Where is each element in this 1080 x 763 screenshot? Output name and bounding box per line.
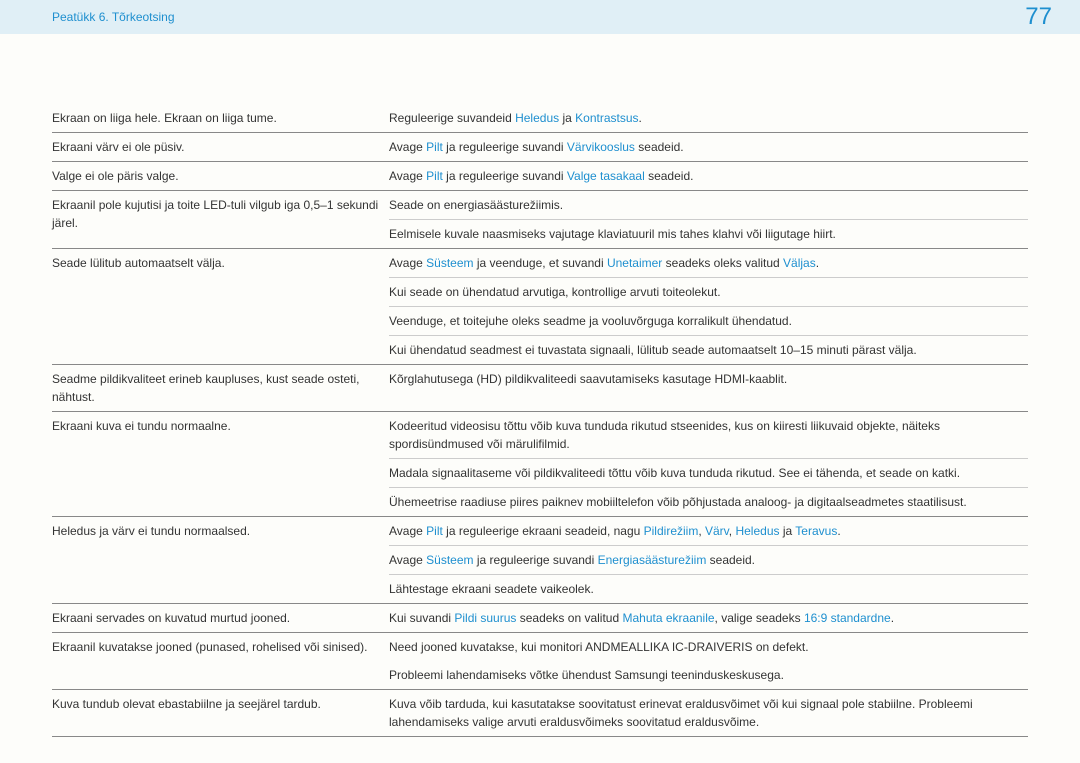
solution-cell: Avage Süsteem ja veenduge, et suvandi Un… <box>389 249 1028 278</box>
troubleshooting-table: Ekraan on liiga hele. Ekraan on liiga tu… <box>52 104 1028 737</box>
page-number: 77 <box>1025 3 1052 31</box>
issue-cell: Seade lülitub automaatselt välja. <box>52 249 389 365</box>
solution-cell: Madala signaalitaseme või pildikvaliteed… <box>389 459 1028 488</box>
solution-cell: Kui seade on ühendatud arvutiga, kontrol… <box>389 278 1028 307</box>
table-row: Seade lülitub automaatselt välja.Avage S… <box>52 249 1028 278</box>
table-row: Ekraanil kuvatakse jooned (punased, rohe… <box>52 633 1028 662</box>
chapter-title: Peatükk 6. Tõrkeotsing <box>52 10 175 24</box>
issue-cell: Ekraani värv ei ole püsiv. <box>52 133 389 162</box>
solution-cell: Kui ühendatud seadmest ei tuvastata sign… <box>389 336 1028 365</box>
issue-cell: Ekraan on liiga hele. Ekraan on liiga tu… <box>52 104 389 133</box>
solution-cell: Ühemeetrise raadiuse piires paiknev mobi… <box>389 488 1028 517</box>
table-row: Valge ei ole päris valge.Avage Pilt ja r… <box>52 162 1028 191</box>
issue-cell: Heledus ja värv ei tundu normaalsed. <box>52 517 389 604</box>
solution-cell: Kodeeritud videosisu tõttu võib kuva tun… <box>389 412 1028 459</box>
table-row: Ekraani servades on kuvatud murtud joone… <box>52 604 1028 633</box>
solution-cell: Seade on energiasäästurežiimis. <box>389 191 1028 220</box>
solution-cell: Avage Pilt ja reguleerige ekraani seadei… <box>389 517 1028 546</box>
table-row: Ekraani värv ei ole püsiv.Avage Pilt ja … <box>52 133 1028 162</box>
solution-cell: Probleemi lahendamiseks võtke ühendust S… <box>389 661 1028 690</box>
table-row: Ekraanil pole kujutisi ja toite LED-tuli… <box>52 191 1028 220</box>
issue-cell: Ekraanil pole kujutisi ja toite LED-tuli… <box>52 191 389 249</box>
solution-cell: Avage Süsteem ja reguleerige suvandi Ene… <box>389 546 1028 575</box>
issue-cell: Kuva tundub olevat ebastabiilne ja seejä… <box>52 690 389 737</box>
solution-cell: Kõrglahutusega (HD) pildikvaliteedi saav… <box>389 365 1028 412</box>
header-bar: Peatükk 6. Tõrkeotsing 77 <box>0 0 1080 34</box>
solution-cell: Kuva võib tarduda, kui kasutatakse soovi… <box>389 690 1028 737</box>
issue-cell: Seadme pildikvaliteet erineb kaupluses, … <box>52 365 389 412</box>
issue-cell: Ekraanil kuvatakse jooned (punased, rohe… <box>52 633 389 690</box>
solution-cell: Kui suvandi Pildi suurus seadeks on vali… <box>389 604 1028 633</box>
solution-cell: Veenduge, et toitejuhe oleks seadme ja v… <box>389 307 1028 336</box>
table-row: Heledus ja värv ei tundu normaalsed.Avag… <box>52 517 1028 546</box>
issue-cell: Ekraani kuva ei tundu normaalne. <box>52 412 389 517</box>
solution-cell: Need jooned kuvatakse, kui monitori ANDM… <box>389 633 1028 662</box>
table-row: Ekraan on liiga hele. Ekraan on liiga tu… <box>52 104 1028 133</box>
solution-cell: Avage Pilt ja reguleerige suvandi Värvik… <box>389 133 1028 162</box>
table-row: Seadme pildikvaliteet erineb kaupluses, … <box>52 365 1028 412</box>
solution-cell: Reguleerige suvandeid Heledus ja Kontras… <box>389 104 1028 133</box>
issue-cell: Valge ei ole päris valge. <box>52 162 389 191</box>
table-row: Ekraani kuva ei tundu normaalne.Kodeerit… <box>52 412 1028 459</box>
solution-cell: Lähtestage ekraani seadete vaikeolek. <box>389 575 1028 604</box>
solution-cell: Avage Pilt ja reguleerige suvandi Valge … <box>389 162 1028 191</box>
content: Ekraan on liiga hele. Ekraan on liiga tu… <box>0 34 1080 737</box>
solution-cell: Eelmisele kuvale naasmiseks vajutage kla… <box>389 220 1028 249</box>
issue-cell: Ekraani servades on kuvatud murtud joone… <box>52 604 389 633</box>
table-row: Kuva tundub olevat ebastabiilne ja seejä… <box>52 690 1028 737</box>
